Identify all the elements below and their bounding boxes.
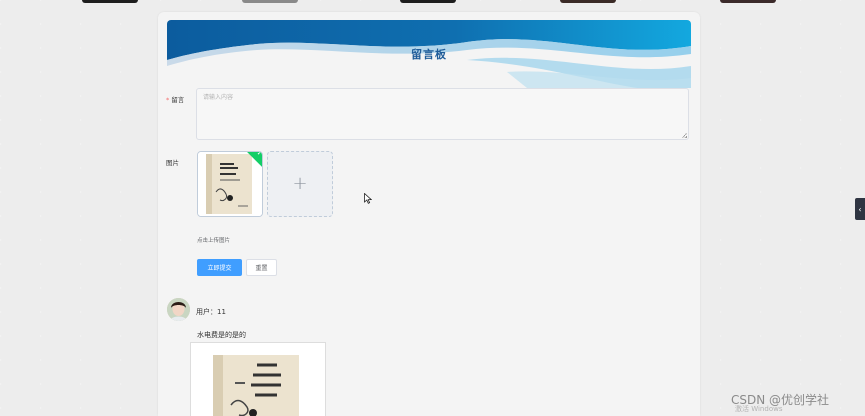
side-collapse-handle[interactable]: ‹ xyxy=(855,198,865,220)
message-board-panel: 留言板 * 留言 请输入内容 图片 ✓ + 点击上传图片 立即提交 重置 用户：… xyxy=(158,12,700,416)
top-thumb[interactable] xyxy=(560,0,616,3)
message-label: 留言 xyxy=(171,96,185,104)
avatar xyxy=(167,298,190,321)
check-icon: ✓ xyxy=(256,151,263,158)
image-label: 图片 xyxy=(166,159,179,167)
plus-icon: + xyxy=(292,173,308,194)
required-mark: * xyxy=(166,96,170,104)
banner: 留言板 xyxy=(167,20,691,88)
message-placeholder: 请输入内容 xyxy=(203,94,234,101)
mouse-cursor-icon xyxy=(364,189,373,208)
page-title: 留言板 xyxy=(411,48,447,61)
book-cover-image xyxy=(198,152,262,216)
resize-grip-icon[interactable] xyxy=(682,133,687,138)
windows-activation-watermark: 激活 Windows xyxy=(735,405,783,413)
comment-text: 水电费是的是的 xyxy=(197,331,246,339)
top-thumb[interactable] xyxy=(82,0,138,3)
add-image-button[interactable]: + xyxy=(267,151,333,217)
uploaded-image-thumbnail[interactable]: ✓ xyxy=(197,151,263,217)
book-cover-large-image xyxy=(191,343,325,416)
user-photo xyxy=(167,298,190,321)
reset-button[interactable]: 重置 xyxy=(246,259,277,276)
chevron-left-icon: ‹ xyxy=(858,204,862,214)
upload-tip: 点击上传图片 xyxy=(197,238,231,244)
comment-image xyxy=(190,342,326,416)
message-label-wrap: * 留言 xyxy=(166,94,184,104)
top-thumb[interactable] xyxy=(720,0,776,3)
submit-button[interactable]: 立即提交 xyxy=(197,259,242,276)
comment-user-name: 用户：11 xyxy=(196,308,226,316)
message-textarea[interactable]: 请输入内容 xyxy=(196,88,689,140)
top-thumb[interactable] xyxy=(242,0,298,3)
top-thumb[interactable] xyxy=(400,0,456,3)
